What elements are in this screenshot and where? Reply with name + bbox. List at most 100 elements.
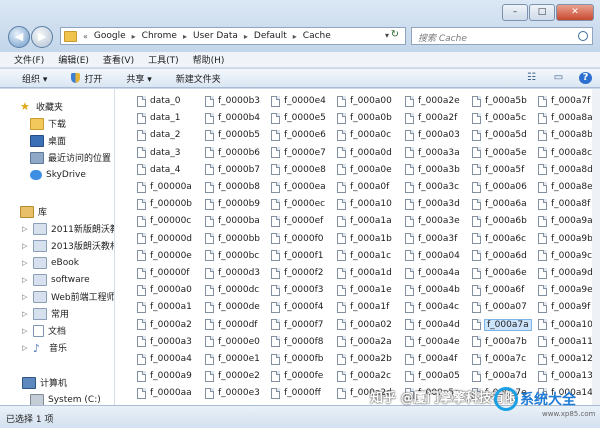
file-item[interactable]: f_000a3a	[405, 145, 460, 161]
nav-downloads[interactable]: 下载	[30, 116, 66, 131]
file-item[interactable]: f_000a2c	[337, 368, 391, 384]
file-item[interactable]: f_0000fe	[271, 368, 323, 384]
file-item[interactable]: f_0000b9	[205, 196, 260, 212]
file-item[interactable]: f_000a00	[337, 93, 392, 109]
file-item[interactable]: f_000a07	[472, 299, 527, 315]
file-item[interactable]: f_000a2e	[405, 93, 460, 109]
nav-library[interactable]: 库	[20, 204, 47, 219]
file-item[interactable]: f_000a1d	[337, 265, 392, 281]
file-item[interactable]: f_000a4f	[405, 351, 457, 367]
nav-lib-item[interactable]: ▷ 2011新版朗沃教	[22, 221, 114, 236]
file-item[interactable]: f_000a5b	[472, 93, 527, 109]
file-item[interactable]: f_000a13	[538, 368, 593, 384]
file-item[interactable]: f_00000f	[137, 265, 189, 281]
breadcrumb-user-data[interactable]: User Data	[193, 31, 238, 41]
file-item[interactable]: f_000a3c	[405, 179, 459, 195]
nav-favorites[interactable]: ★ 收藏夹	[20, 99, 63, 114]
file-item[interactable]: f_000a6c	[472, 231, 526, 247]
minimize-button[interactable]: –	[502, 4, 528, 21]
file-item[interactable]: data_0	[137, 93, 181, 109]
file-item[interactable]: f_0000b4	[205, 110, 260, 126]
file-item[interactable]: f_0000e1	[205, 351, 260, 367]
file-item[interactable]: f_000a6e	[472, 265, 527, 281]
expand-arrow-icon[interactable]: ▷	[22, 310, 29, 318]
breadcrumb-cache[interactable]: Cache	[303, 31, 331, 41]
file-item[interactable]: f_000a11	[538, 334, 593, 350]
file-item[interactable]: f_000a7a	[472, 317, 532, 333]
expand-arrow-icon[interactable]: ▷	[22, 293, 29, 301]
file-item[interactable]: f_0000ec	[271, 196, 325, 212]
expand-arrow-icon[interactable]: ▷	[22, 276, 29, 284]
file-item[interactable]: f_0000f7	[271, 317, 323, 333]
file-item[interactable]: f_000a0b	[337, 110, 392, 126]
menu-view[interactable]: 查看(V)	[103, 53, 134, 66]
file-item[interactable]: f_0000f3	[271, 282, 323, 298]
menu-edit[interactable]: 编辑(E)	[58, 53, 89, 66]
open-button[interactable]: 打开	[71, 72, 102, 85]
file-item[interactable]: f_0000a3	[137, 334, 192, 350]
file-item[interactable]: f_0000e5	[271, 110, 326, 126]
file-item[interactable]: f_0000f2	[271, 265, 323, 281]
file-item[interactable]: data_1	[137, 110, 181, 126]
file-item[interactable]: f_000a3f	[405, 231, 457, 247]
nav-computer[interactable]: 计算机	[22, 375, 67, 390]
search-icon[interactable]	[578, 31, 588, 41]
file-item[interactable]: f_000a9d	[538, 265, 593, 281]
nav-recent[interactable]: 最近访问的位置	[30, 150, 111, 165]
file-item[interactable]: f_0000bb	[205, 231, 260, 247]
file-item[interactable]: f_000a4c	[405, 299, 459, 315]
search-input[interactable]: 搜索 Cache	[411, 27, 593, 45]
file-item[interactable]: f_0000ea	[271, 179, 326, 195]
forward-button[interactable]: ▶	[31, 26, 53, 48]
file-item[interactable]: f_00000c	[137, 213, 191, 229]
file-item[interactable]: f_0000e7	[271, 145, 326, 161]
file-item[interactable]: f_000a5f	[472, 162, 524, 178]
back-button[interactable]: ◀	[8, 26, 30, 48]
file-item[interactable]: f_000a02	[337, 317, 392, 333]
file-item[interactable]: f_00000d	[137, 231, 192, 247]
file-item[interactable]: f_0000a1	[137, 299, 192, 315]
file-item[interactable]: f_0000aa	[137, 385, 192, 401]
breadcrumb-overflow[interactable]: «	[83, 32, 88, 41]
file-item[interactable]: f_000a3e	[405, 213, 460, 229]
file-item[interactable]: f_000a1f	[337, 299, 389, 315]
file-item[interactable]: f_000a03	[405, 127, 460, 143]
file-item[interactable]: f_0000b6	[205, 145, 260, 161]
file-item[interactable]: f_0000b3	[205, 93, 260, 109]
nav-lib-item[interactable]: ▷ 文档	[22, 323, 66, 338]
file-item[interactable]: f_0000e3	[205, 385, 260, 401]
file-item[interactable]: f_0000ba	[205, 213, 260, 229]
file-item[interactable]: f_0000f1	[271, 248, 323, 264]
nav-desktop[interactable]: 桌面	[30, 133, 66, 148]
file-item[interactable]: f_000a1b	[337, 231, 392, 247]
share-button[interactable]: 共享 ▾	[126, 72, 151, 85]
file-item[interactable]: f_000a4d	[405, 317, 460, 333]
file-item[interactable]: f_00000a	[137, 179, 192, 195]
file-item[interactable]: f_000a8b	[538, 127, 593, 143]
file-item[interactable]: f_000a4a	[405, 265, 460, 281]
file-item[interactable]: f_0000e4	[271, 93, 326, 109]
file-item[interactable]: f_000a06	[472, 179, 527, 195]
file-item[interactable]: f_0000de	[205, 299, 260, 315]
file-item[interactable]: f_000a2a	[337, 334, 392, 350]
file-item[interactable]: f_0000a4	[137, 351, 192, 367]
nav-lib-item[interactable]: ▷ 常用	[22, 306, 69, 321]
file-item[interactable]: f_000a0d	[337, 145, 392, 161]
file-item[interactable]: f_000a9b	[538, 231, 593, 247]
file-item[interactable]: f_0000f8	[271, 334, 323, 350]
nav-lib-item[interactable]: ▷ 2013版朗沃教材	[22, 238, 114, 253]
breadcrumb-default[interactable]: Default	[254, 31, 287, 41]
file-item[interactable]: f_000a1a	[337, 213, 392, 229]
refresh-button[interactable]: ↻	[386, 29, 404, 43]
file-item[interactable]: f_000a3b	[405, 162, 460, 178]
file-item[interactable]: f_0000ff	[271, 385, 321, 401]
file-item[interactable]: f_0000a9	[137, 368, 192, 384]
maximize-button[interactable]: □	[529, 4, 555, 21]
file-item[interactable]: f_000a7f	[538, 93, 590, 109]
file-item[interactable]: f_000a2b	[337, 351, 392, 367]
expand-arrow-icon[interactable]: ▷	[22, 344, 29, 352]
file-item[interactable]: f_000a7d	[472, 368, 527, 384]
file-item[interactable]: f_000a9f	[538, 299, 590, 315]
file-item[interactable]: f_000a3d	[405, 196, 460, 212]
file-item[interactable]: f_0000b7	[205, 162, 260, 178]
